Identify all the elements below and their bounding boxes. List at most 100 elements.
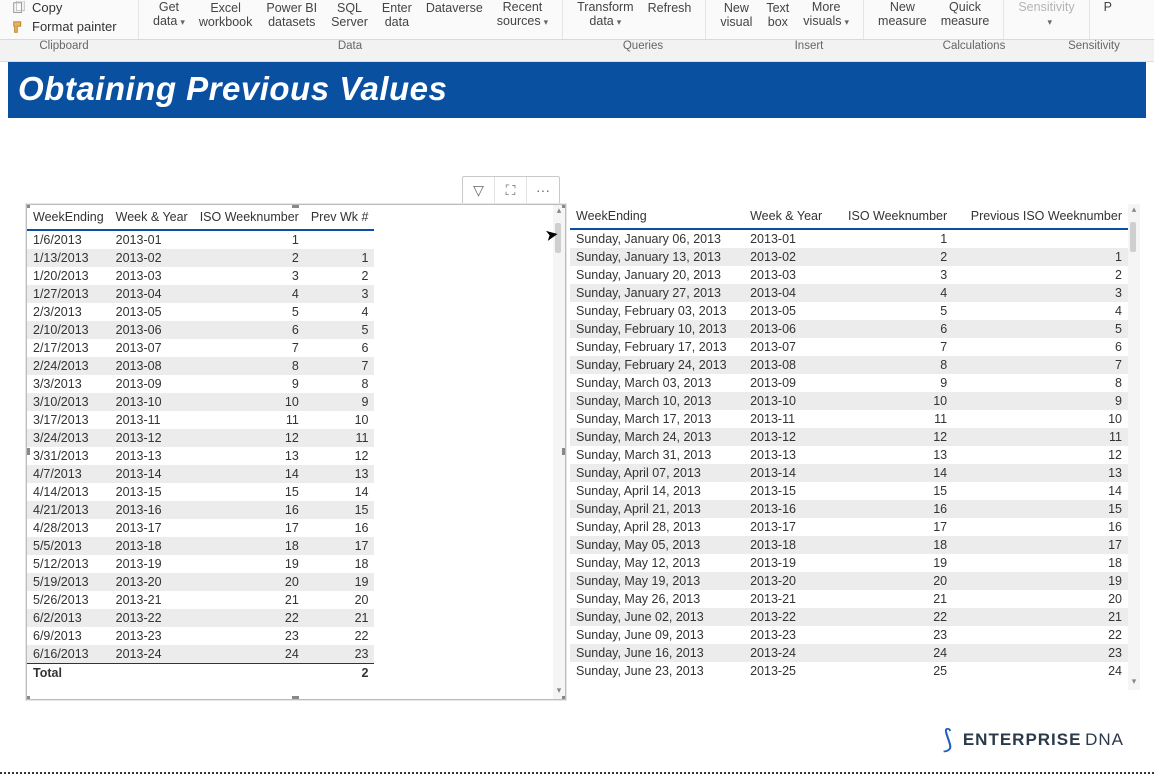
ribbon-refresh-button[interactable]: Refresh — [648, 1, 692, 29]
column-header[interactable]: WeekEnding — [570, 204, 744, 229]
ribbon-quick-button[interactable]: Quickmeasure — [941, 0, 990, 28]
table-row[interactable]: Sunday, April 21, 20132013-161615 — [570, 500, 1128, 518]
copy-button[interactable]: Copy — [4, 0, 132, 15]
table-row[interactable]: Sunday, May 12, 20132013-191918 — [570, 554, 1128, 572]
resize-handle[interactable] — [26, 696, 30, 700]
table-row[interactable]: Sunday, March 31, 20132013-131312 — [570, 446, 1128, 464]
table-row[interactable]: 6/16/20132013-242423 — [27, 645, 374, 664]
table-row[interactable]: Sunday, February 17, 20132013-0776 — [570, 338, 1128, 356]
column-header[interactable]: Previous ISO Weeknumber — [953, 204, 1128, 229]
table-row[interactable]: 3/17/20132013-111110 — [27, 411, 374, 429]
table-row[interactable]: Sunday, April 28, 20132013-171716 — [570, 518, 1128, 536]
report-canvas[interactable]: Obtaining Previous Values ▽ ⛶ ··· WeekEn… — [0, 62, 1154, 118]
scroll-up-icon[interactable]: ▴ — [1128, 204, 1140, 218]
table-row[interactable]: 6/2/20132013-222221 — [27, 609, 374, 627]
ribbon-more-button[interactable]: Morevisuals▾ — [803, 0, 849, 29]
column-header[interactable]: Prev Wk # — [305, 205, 375, 230]
table-row[interactable]: 4/14/20132013-151514 — [27, 483, 374, 501]
ribbon-text-button[interactable]: Textbox — [766, 1, 789, 29]
ribbon-recent-button[interactable]: Recentsources▾ — [497, 0, 548, 29]
ribbon-transform-button[interactable]: Transformdata▾ — [577, 0, 634, 29]
table-row[interactable]: Sunday, March 10, 20132013-10109 — [570, 392, 1128, 410]
table-visual-right[interactable]: WeekEndingWeek & YearISO WeeknumberPrevi… — [570, 204, 1140, 690]
scrollbar-right[interactable]: ▴ ▾ — [1128, 204, 1140, 690]
table-row[interactable]: 1/13/20132013-0221 — [27, 249, 374, 267]
table-visual-left[interactable]: WeekEndingWeek & YearISO WeeknumberPrev … — [26, 204, 566, 700]
table-row[interactable]: Sunday, February 03, 20132013-0554 — [570, 302, 1128, 320]
table-row[interactable]: Sunday, June 02, 20132013-222221 — [570, 608, 1128, 626]
ribbon: Copy Format painter Getdata▾ Excelworkboo… — [0, 0, 1154, 40]
resize-handle[interactable] — [26, 204, 30, 208]
ribbon-sensitivity-button[interactable]: Sensitivity ▾ — [1018, 0, 1074, 29]
table-row[interactable]: Sunday, March 03, 20132013-0998 — [570, 374, 1128, 392]
focus-mode-icon[interactable]: ⛶ — [495, 177, 527, 203]
table-row[interactable]: Sunday, May 05, 20132013-181817 — [570, 536, 1128, 554]
ribbon-excel-button[interactable]: Excelworkbook — [199, 1, 253, 29]
table-row[interactable]: 5/5/20132013-181817 — [27, 537, 374, 555]
table-row[interactable]: 3/10/20132013-10109 — [27, 393, 374, 411]
table-row[interactable]: Sunday, March 24, 20132013-121211 — [570, 428, 1128, 446]
resize-handle[interactable] — [292, 204, 299, 208]
table-row[interactable]: Sunday, April 07, 20132013-141413 — [570, 464, 1128, 482]
format-painter-button[interactable]: Format painter — [4, 19, 132, 34]
table-row[interactable]: Sunday, January 20, 20132013-0332 — [570, 266, 1128, 284]
table-row[interactable]: 3/3/20132013-0998 — [27, 375, 374, 393]
table-row[interactable]: Sunday, February 10, 20132013-0665 — [570, 320, 1128, 338]
column-header[interactable]: ISO Weeknumber — [194, 205, 305, 230]
column-header[interactable]: ISO Weeknumber — [834, 204, 953, 229]
table-row[interactable]: Sunday, January 06, 20132013-011 — [570, 229, 1128, 248]
table-row[interactable]: 5/12/20132013-191918 — [27, 555, 374, 573]
left-table: WeekEndingWeek & YearISO WeeknumberPrev … — [27, 205, 374, 682]
scroll-thumb[interactable] — [1130, 222, 1136, 252]
table-row[interactable]: Sunday, March 17, 20132013-111110 — [570, 410, 1128, 428]
resize-handle[interactable] — [562, 448, 566, 455]
ribbon-p-button[interactable]: P — [1104, 0, 1112, 28]
table-row[interactable]: Sunday, January 27, 20132013-0443 — [570, 284, 1128, 302]
resize-handle[interactable] — [562, 696, 566, 700]
table-row[interactable]: 2/10/20132013-0665 — [27, 321, 374, 339]
table-row[interactable]: Sunday, May 19, 20132013-202019 — [570, 572, 1128, 590]
publish-group: P — [1096, 0, 1120, 28]
ribbon-power-bi-button[interactable]: Power BIdatasets — [266, 1, 317, 29]
table-row[interactable]: 2/3/20132013-0554 — [27, 303, 374, 321]
filter-icon[interactable]: ▽ — [463, 177, 495, 203]
table-row[interactable]: 2/17/20132013-0776 — [27, 339, 374, 357]
resize-handle[interactable] — [26, 448, 30, 455]
table-row[interactable]: Sunday, February 24, 20132013-0887 — [570, 356, 1128, 374]
table-row[interactable]: 4/7/20132013-141413 — [27, 465, 374, 483]
table-row[interactable]: Sunday, June 16, 20132013-242423 — [570, 644, 1128, 662]
resize-handle[interactable] — [292, 696, 299, 700]
table-row[interactable]: 1/20/20132013-0332 — [27, 267, 374, 285]
scroll-thumb[interactable] — [555, 223, 561, 253]
scroll-down-icon[interactable]: ▾ — [1128, 676, 1140, 690]
column-header[interactable]: Week & Year — [744, 204, 834, 229]
table-row[interactable]: 4/21/20132013-161615 — [27, 501, 374, 519]
table-row[interactable]: 5/26/20132013-212120 — [27, 591, 374, 609]
table-row[interactable]: 1/6/20132013-011 — [27, 230, 374, 249]
ribbon-get-button[interactable]: Getdata▾ — [153, 0, 185, 29]
logo-text-1: ENTERPRISE — [963, 730, 1082, 749]
ribbon-sql-button[interactable]: SQLServer — [331, 1, 368, 29]
group-label-data: Data — [128, 40, 572, 61]
table-row[interactable]: 4/28/20132013-171716 — [27, 519, 374, 537]
column-header[interactable]: WeekEnding — [27, 205, 110, 230]
page-title-banner: Obtaining Previous Values — [8, 62, 1146, 118]
table-row[interactable]: Sunday, January 13, 20132013-0221 — [570, 248, 1128, 266]
column-header[interactable]: Week & Year — [110, 205, 194, 230]
table-row[interactable]: 3/24/20132013-121211 — [27, 429, 374, 447]
table-row[interactable]: 6/9/20132013-232322 — [27, 627, 374, 645]
table-row[interactable]: Sunday, June 09, 20132013-232322 — [570, 626, 1128, 644]
table-row[interactable]: 1/27/20132013-0443 — [27, 285, 374, 303]
resize-handle[interactable] — [562, 204, 566, 208]
more-options-icon[interactable]: ··· — [527, 177, 559, 203]
table-row[interactable]: 2/24/20132013-0887 — [27, 357, 374, 375]
ribbon-dataverse-button[interactable]: Dataverse — [426, 1, 483, 29]
table-row[interactable]: Sunday, May 26, 20132013-212120 — [570, 590, 1128, 608]
ribbon-new-button[interactable]: Newvisual — [720, 1, 752, 29]
ribbon-enter-button[interactable]: Enterdata — [382, 1, 412, 29]
table-row[interactable]: 5/19/20132013-202019 — [27, 573, 374, 591]
table-row[interactable]: 3/31/20132013-131312 — [27, 447, 374, 465]
ribbon-new-button[interactable]: Newmeasure — [878, 0, 927, 28]
table-row[interactable]: Sunday, April 14, 20132013-151514 — [570, 482, 1128, 500]
table-row[interactable]: Sunday, June 23, 20132013-252524 — [570, 662, 1128, 680]
